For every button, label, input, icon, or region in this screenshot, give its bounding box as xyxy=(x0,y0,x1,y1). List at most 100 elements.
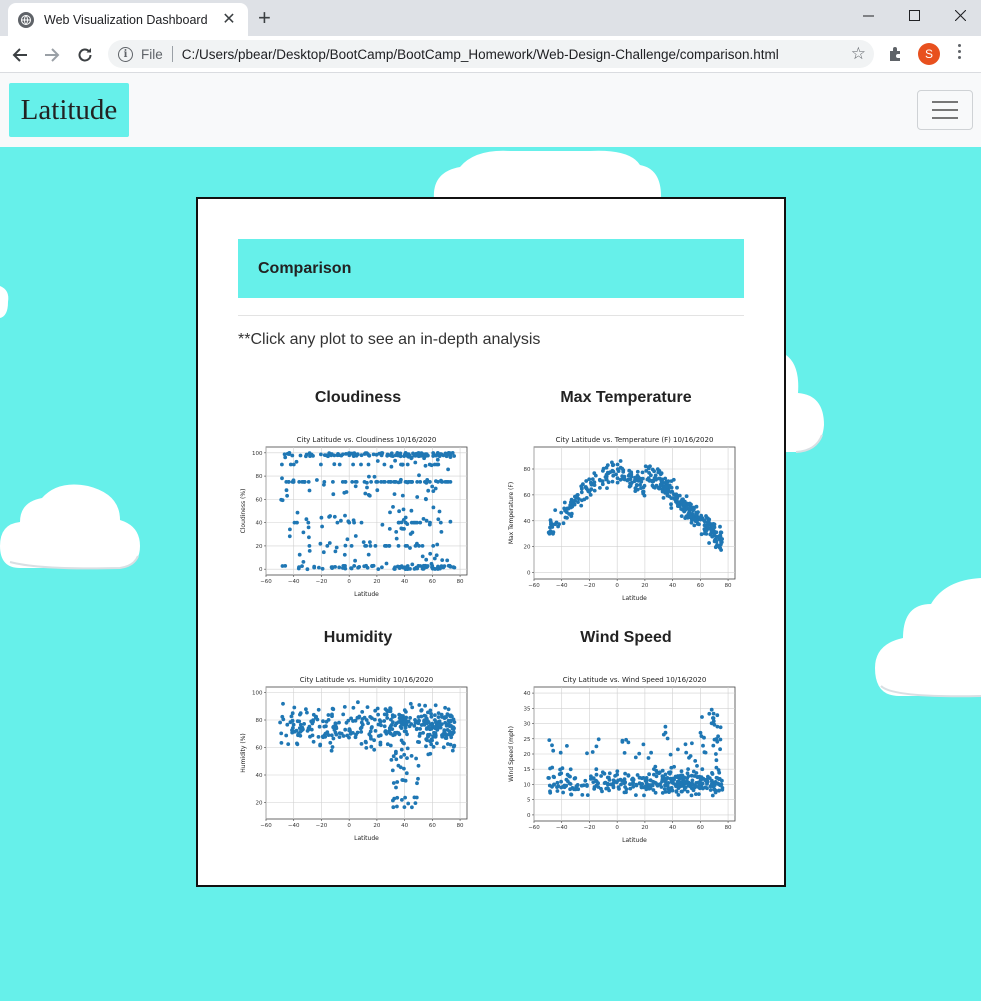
scatter-point xyxy=(337,565,342,570)
max-temperature-plot[interactable]: City Latitude vs. Temperature (F) 10/16/… xyxy=(506,433,741,603)
scatter-point xyxy=(700,767,705,772)
scatter-point xyxy=(392,492,397,496)
scatter-point xyxy=(307,544,312,548)
scatter-point xyxy=(426,732,430,737)
scatter-point xyxy=(668,490,673,494)
wind-speed-plot[interactable]: City Latitude vs. Wind Speed 10/16/2020 −… xyxy=(506,673,741,845)
browser-tab[interactable]: Web Visualization Dashboard ✕ xyxy=(8,3,248,36)
x-tick-label: −60 xyxy=(260,579,272,585)
scatter-point xyxy=(720,778,724,783)
scatter-point xyxy=(374,480,379,484)
scatter-point xyxy=(676,775,681,780)
scatter-point xyxy=(580,793,585,797)
bookmark-star-icon[interactable]: ☆ xyxy=(851,44,866,64)
scatter-point xyxy=(368,544,373,548)
forward-arrow-icon[interactable] xyxy=(39,42,65,68)
scatter-point xyxy=(353,558,357,563)
scatter-point xyxy=(663,730,668,735)
humidity-plot[interactable]: City Latitude vs. Humidity 10/16/2020 −60… xyxy=(238,673,473,843)
x-tick-label: 40 xyxy=(669,583,676,589)
back-arrow-icon[interactable] xyxy=(7,42,33,68)
scatter-point xyxy=(565,744,569,748)
scatter-point xyxy=(351,731,355,735)
scatter-point xyxy=(347,451,351,456)
scatter-point xyxy=(433,713,437,717)
scatter-point xyxy=(337,731,342,735)
scatter-point xyxy=(382,462,387,467)
scatter-point xyxy=(410,705,415,710)
scatter-point xyxy=(393,458,397,463)
scatter-point xyxy=(660,768,665,773)
scatter-point xyxy=(656,470,661,475)
scatter-point xyxy=(339,518,343,523)
y-axis-label: Max Temperature (F) xyxy=(508,482,515,544)
close-window-icon[interactable] xyxy=(937,0,981,30)
scatter-point xyxy=(378,742,383,747)
scatter-point xyxy=(593,473,598,478)
scatter-point xyxy=(429,742,434,747)
scatter-point xyxy=(565,516,569,520)
scatter-point xyxy=(709,707,714,712)
scatter-point xyxy=(337,720,341,725)
profile-avatar[interactable]: S xyxy=(918,43,940,65)
scatter-point xyxy=(428,751,433,756)
scatter-point xyxy=(391,798,395,803)
new-tab-button[interactable]: + xyxy=(258,6,271,30)
scatter-point xyxy=(357,714,362,719)
scatter-point xyxy=(546,776,551,780)
scatter-point xyxy=(369,744,374,749)
scatter-point xyxy=(428,551,433,556)
reload-icon[interactable] xyxy=(72,42,98,68)
navbar-brand[interactable]: Latitude xyxy=(9,83,129,137)
scatter-point xyxy=(663,476,668,481)
scatter-point xyxy=(564,777,569,782)
scatter-point xyxy=(404,452,409,457)
scatter-point xyxy=(652,767,656,771)
close-tab-icon[interactable]: ✕ xyxy=(220,11,238,29)
scatter-point xyxy=(611,784,616,788)
hamburger-menu-icon[interactable] xyxy=(917,90,973,130)
scatter-point xyxy=(653,790,658,795)
scatter-point xyxy=(400,493,405,498)
scatter-point xyxy=(306,525,311,530)
scatter-point xyxy=(568,505,573,510)
scatter-point xyxy=(710,779,714,784)
scatter-point xyxy=(397,509,401,514)
extensions-puzzle-icon[interactable] xyxy=(887,45,905,68)
menu-kebab-icon[interactable] xyxy=(958,44,961,59)
scatter-point xyxy=(384,561,389,566)
scatter-point xyxy=(319,462,323,467)
scatter-point xyxy=(408,701,413,706)
scatter-point xyxy=(364,746,369,750)
scatter-point xyxy=(618,477,623,482)
scatter-point xyxy=(432,731,437,735)
info-icon[interactable]: i xyxy=(118,46,133,62)
maximize-icon[interactable] xyxy=(891,0,937,30)
scatter-point xyxy=(663,783,667,788)
scatter-point xyxy=(557,522,561,526)
comparison-header: Comparison xyxy=(238,239,744,298)
scatter-point xyxy=(715,543,719,547)
scatter-point xyxy=(674,789,679,793)
url-text[interactable]: C:/Users/pbear/Desktop/BootCamp/BootCamp… xyxy=(182,47,779,62)
scatter-point xyxy=(307,535,311,540)
scatter-point xyxy=(604,477,609,482)
x-tick-label: −40 xyxy=(288,823,300,829)
scatter-point xyxy=(329,748,334,753)
scatter-point xyxy=(319,515,324,520)
scatter-point xyxy=(637,751,642,756)
minimize-icon[interactable] xyxy=(845,0,891,30)
scatter-point xyxy=(341,712,346,717)
x-tick-label: 60 xyxy=(429,823,436,829)
scatter-point xyxy=(679,789,684,794)
scatter-point xyxy=(694,771,699,775)
scatter-point xyxy=(714,765,719,770)
cloudiness-plot[interactable]: City Latitude vs. Cloudiness 10/16/2020 −… xyxy=(238,433,473,599)
y-tick-label: 25 xyxy=(524,737,531,743)
scatter-point xyxy=(403,795,407,800)
scatter-point xyxy=(393,480,398,484)
scatter-point xyxy=(558,750,563,755)
address-bar[interactable]: i File C:/Users/pbear/Desktop/BootCamp/B… xyxy=(108,40,874,68)
scatter-point xyxy=(689,793,694,798)
scatter-point xyxy=(354,480,359,484)
